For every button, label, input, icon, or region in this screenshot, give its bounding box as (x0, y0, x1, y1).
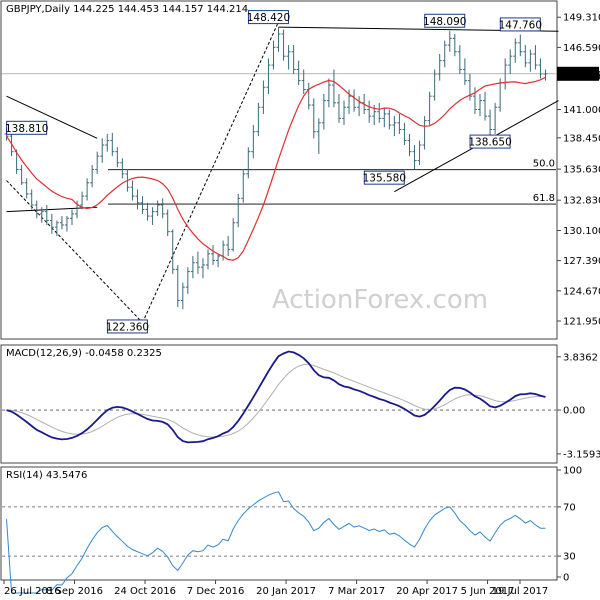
macd-tick-label: 3.8362 (563, 352, 598, 363)
price-annotation: 122.360 (106, 319, 149, 334)
price-annotation: 135.580 (363, 170, 406, 185)
price-tick-label: 121.950 (563, 317, 600, 328)
macd-panel-frame (0, 344, 558, 464)
price-tick-label: 124.670 (563, 286, 600, 297)
macd-tick-label: 0.00 (563, 406, 585, 417)
price-panel-title: GBPJPY,Daily 144.225 144.453 144.157 144… (6, 4, 248, 15)
fib-label: 61.8 (533, 193, 555, 204)
date-tick-label: 20 Apr 2017 (396, 586, 458, 597)
price-tick-label: 149.310 (563, 13, 600, 24)
date-tick-label: 24 Oct 2016 (114, 586, 176, 597)
rsi-tick-label: 70 (563, 502, 576, 513)
date-tick-label: 19 Jul 2017 (492, 586, 549, 597)
annotation-label: 147.760 (499, 19, 542, 31)
date-tick-label: 7 Dec 2016 (187, 586, 245, 597)
date-tick-label: 20 Jan 2017 (256, 586, 316, 597)
price-tick-label: 135.630 (563, 165, 600, 176)
price-tick-label: 141.000 (563, 105, 600, 116)
annotation-label: 122.360 (106, 321, 149, 333)
annotation-label: 148.090 (423, 16, 466, 28)
annotation-label: 135.580 (363, 173, 406, 185)
price-annotation: 138.650 (468, 134, 512, 149)
macd-panel-title: MACD(12,26,9) -0.0458 0.2325 (6, 348, 162, 359)
rsi-panel-frame (0, 466, 558, 581)
price-annotation: 147.760 (499, 17, 542, 32)
rsi-tick-label: 0 (563, 573, 569, 584)
price-tick-label: 130.100 (563, 226, 600, 237)
price-tick-label: 132.830 (563, 196, 600, 207)
gbpjpy-daily-chart: ActionForex.com 50.0 61.8 148.420 148.090 14… (0, 0, 600, 597)
price-tick-label: 146.590 (563, 43, 600, 54)
watermark: ActionForex.com (272, 285, 488, 315)
annotation-label: 138.650 (468, 137, 511, 149)
price-annotation: 148.090 (423, 13, 466, 28)
last-price-tag: 144.214 (557, 66, 600, 81)
price-annotation: 148.420 (247, 10, 290, 25)
fib-label: 50.0 (533, 159, 555, 170)
date-tick-label: 8 Sep 2016 (46, 586, 103, 597)
date-tick-label: 7 Mar 2017 (328, 586, 385, 597)
price-tick-label: 138.450 (563, 133, 600, 144)
price-annotation: 138.810 (5, 120, 48, 135)
macd-tick-label: -3.1593 (563, 449, 600, 460)
rsi-panel-title: RSI(14) 43.5476 (6, 470, 87, 481)
price-tick-label: 127.390 (563, 256, 600, 267)
last-price-label: 144.214 (561, 70, 600, 81)
rsi-tick-label: 100 (563, 466, 582, 477)
annotation-label: 138.810 (5, 123, 48, 135)
annotation-label: 148.420 (247, 12, 290, 24)
rsi-tick-label: 30 (563, 552, 576, 563)
